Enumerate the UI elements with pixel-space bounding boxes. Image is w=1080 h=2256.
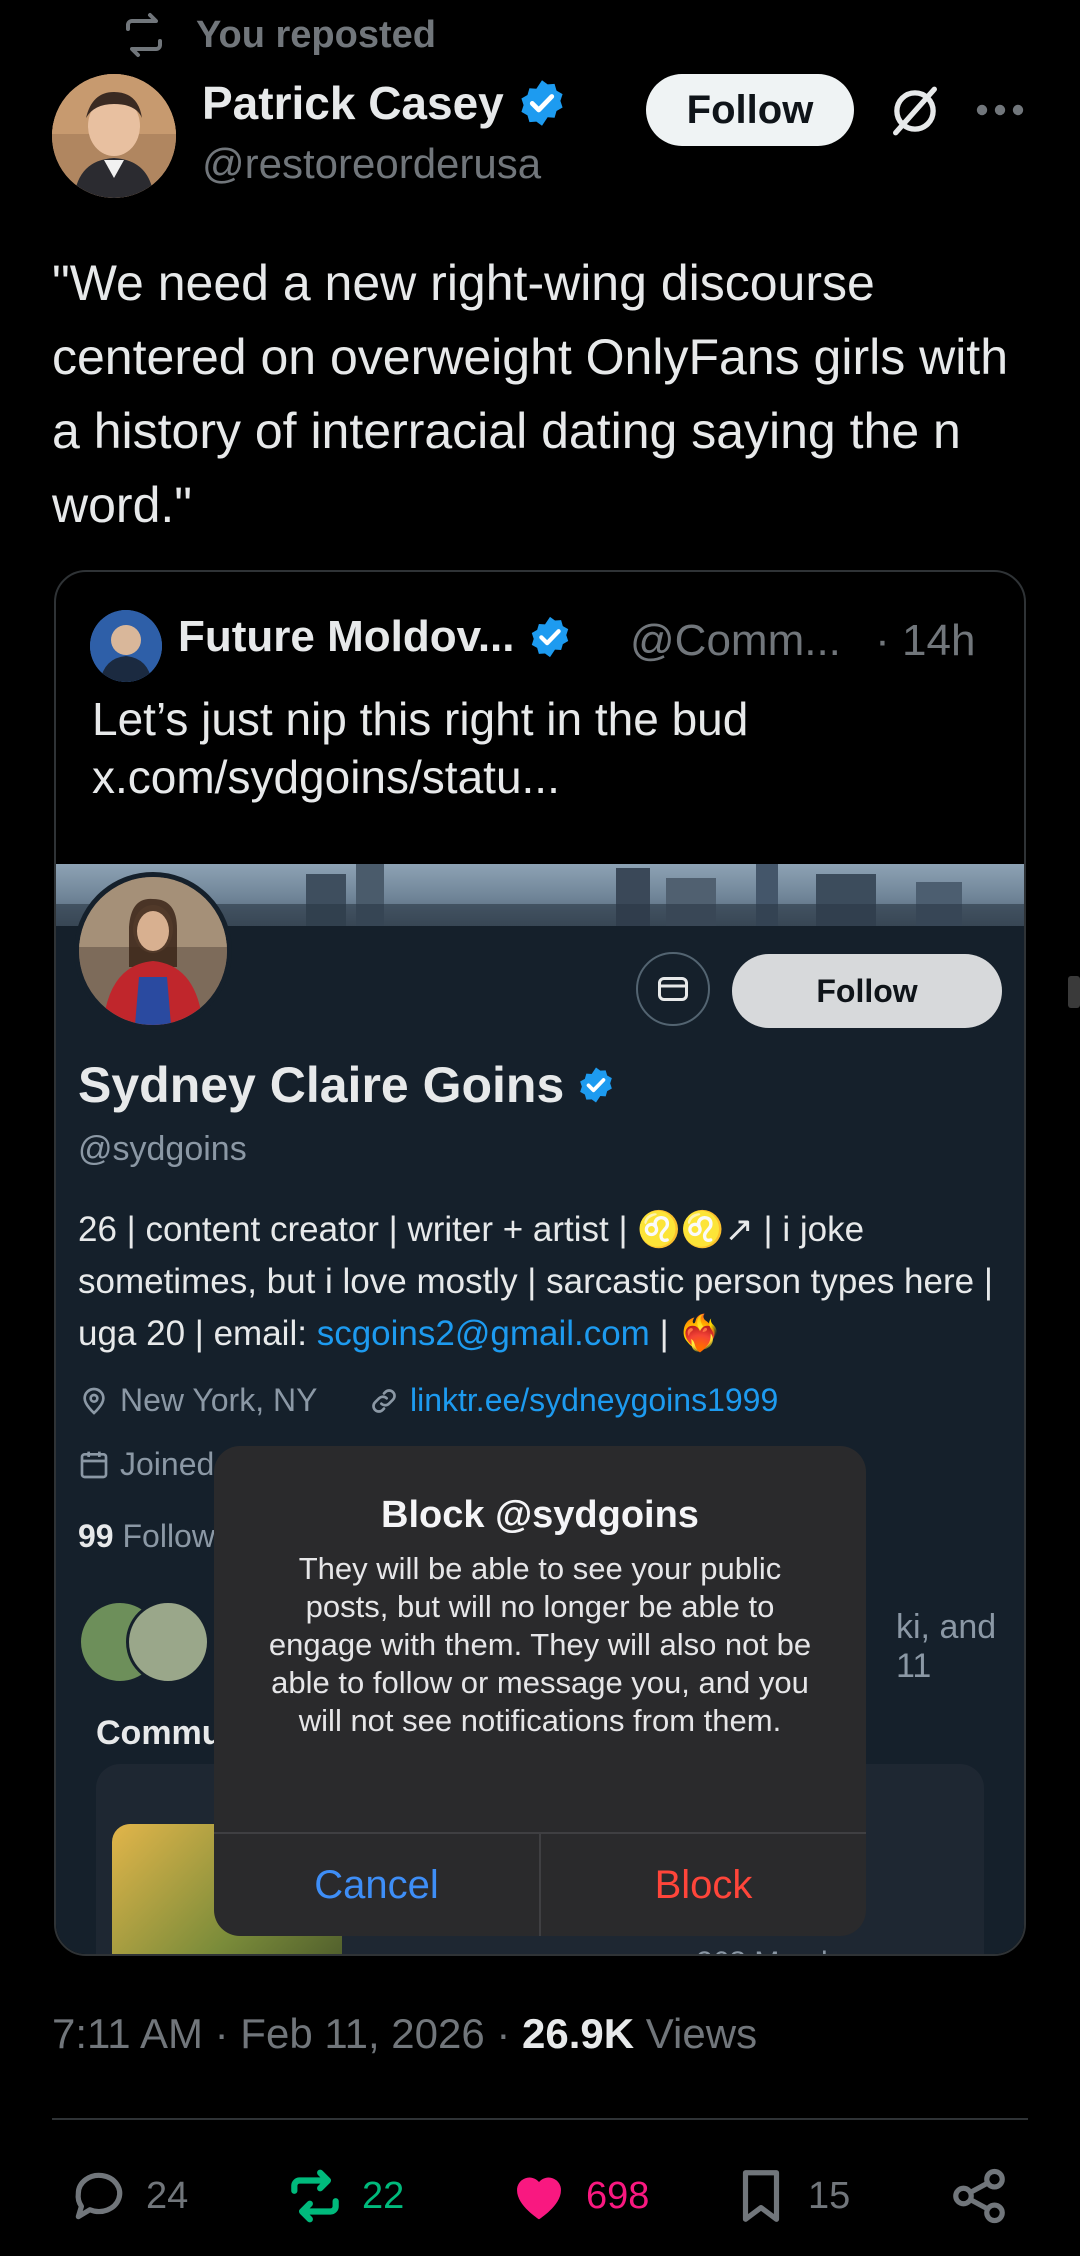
reply-count: 24	[146, 2174, 189, 2217]
repost-button[interactable]: 22	[284, 2160, 404, 2232]
repost-icon	[126, 13, 162, 57]
profile-followers[interactable]: 99 Follow	[78, 1518, 215, 1555]
follow-button[interactable]: Follow	[646, 74, 854, 146]
author-name-row[interactable]: Patrick Casey	[202, 76, 568, 130]
share-icon	[953, 2168, 1005, 2224]
profile-avatar[interactable]	[74, 872, 232, 1030]
quote-author-handle: @Comm...	[630, 616, 841, 665]
block-dialog: Block @sydgoins They will be able to see…	[214, 1446, 866, 1936]
calendar-icon	[80, 1451, 108, 1478]
verified-badge-icon	[580, 1067, 613, 1103]
link-icon	[372, 1388, 396, 1413]
profile-location: New York, NY	[78, 1382, 317, 1419]
share-button[interactable]	[948, 2160, 1026, 2232]
divider	[52, 2118, 1028, 2120]
views-count: 26.9K	[522, 2010, 635, 2057]
author-avatar[interactable]	[52, 74, 176, 198]
author-handle[interactable]: @restoreorderusa	[202, 140, 541, 188]
profile-joined-text: Joined	[120, 1446, 215, 1482]
quote-time: · 14h	[875, 616, 976, 665]
author-name[interactable]: Patrick Casey	[202, 76, 504, 130]
bookmark-icon	[742, 2170, 780, 2222]
block-dialog-message: They will be able to see your public pos…	[268, 1551, 812, 1738]
block-dialog-title: Block @sydgoins	[381, 1494, 699, 1536]
mutual-followers-avatars[interactable]	[78, 1600, 218, 1684]
reply-icon	[75, 2172, 123, 2220]
community-members: 268 Members	[696, 1946, 879, 1954]
bookmark-button[interactable]: 15	[730, 2160, 850, 2232]
profile-bio: 26 | content creator | writer + artist |…	[78, 1204, 1008, 1360]
scroll-indicator[interactable]	[1068, 976, 1080, 1008]
block-button[interactable]: Block	[541, 1834, 866, 1936]
reply-button[interactable]: 24	[68, 2160, 188, 2232]
verified-badge-icon	[521, 80, 563, 126]
profile-joined: Joined	[78, 1446, 214, 1483]
repost-text: You reposted	[196, 13, 436, 56]
mutual-followers-text: ki, and 11	[896, 1608, 997, 1685]
repost-icon	[291, 2169, 339, 2223]
tweet-text: "We need a new right-wing discourse cent…	[52, 255, 1009, 533]
profile-email-link[interactable]: scgoins2@gmail.com	[317, 1314, 650, 1353]
profile-name: Sydney Claire Goins	[78, 1057, 565, 1113]
quote-text: Let’s just nip this right in the bud x.c…	[92, 690, 992, 806]
followers-label: Follow	[122, 1518, 215, 1554]
views-label: Views	[634, 2010, 758, 2057]
post-timestamp[interactable]: 7:11 AM · Feb 11, 2026 ·	[52, 2010, 522, 2057]
mutual-avatar	[126, 1600, 210, 1684]
heart-icon	[517, 2177, 561, 2220]
quote-link[interactable]: x.com/sydgoins/statu...	[92, 748, 992, 806]
quote-text-line: Let’s just nip this right in the bud	[92, 693, 749, 745]
profile-bio-end: | ❤️‍🔥	[649, 1314, 722, 1353]
communities-heading: Commu	[96, 1714, 223, 1752]
profile-website[interactable]: linktr.ee/sydneygoins1999	[368, 1382, 778, 1419]
message-button[interactable]	[636, 952, 710, 1026]
grok-icon[interactable]	[886, 82, 944, 140]
quote-author-name-row[interactable]: Future Moldov...	[178, 612, 573, 662]
profile-handle: @sydgoins	[78, 1130, 247, 1168]
quote-author-name[interactable]: Future Moldov...	[178, 612, 515, 662]
like-button[interactable]: 698	[508, 2160, 649, 2232]
profile-location-text: New York, NY	[120, 1382, 318, 1418]
envelope-icon	[658, 977, 688, 1001]
post-timestamp-views: 7:11 AM · Feb 11, 2026 · 26.9K Views	[52, 2010, 757, 2058]
repost-indicator: You reposted	[120, 10, 436, 60]
bookmark-count: 15	[808, 2174, 851, 2217]
quote-author-handle-time: @Comm... · 14h	[630, 616, 975, 666]
cancel-button[interactable]: Cancel	[214, 1834, 539, 1936]
more-options-icon[interactable]	[972, 88, 1028, 132]
profile-name-row: Sydney Claire Goins	[78, 1056, 616, 1114]
profile-website-text[interactable]: linktr.ee/sydneygoins1999	[410, 1382, 778, 1419]
followers-count: 99	[78, 1518, 114, 1554]
repost-count: 22	[362, 2174, 405, 2217]
profile-follow-button[interactable]: Follow	[732, 954, 1002, 1028]
verified-badge-icon	[531, 616, 568, 658]
quote-author-avatar[interactable]	[90, 610, 162, 682]
like-count: 698	[586, 2174, 650, 2217]
location-pin-icon	[83, 1387, 105, 1415]
